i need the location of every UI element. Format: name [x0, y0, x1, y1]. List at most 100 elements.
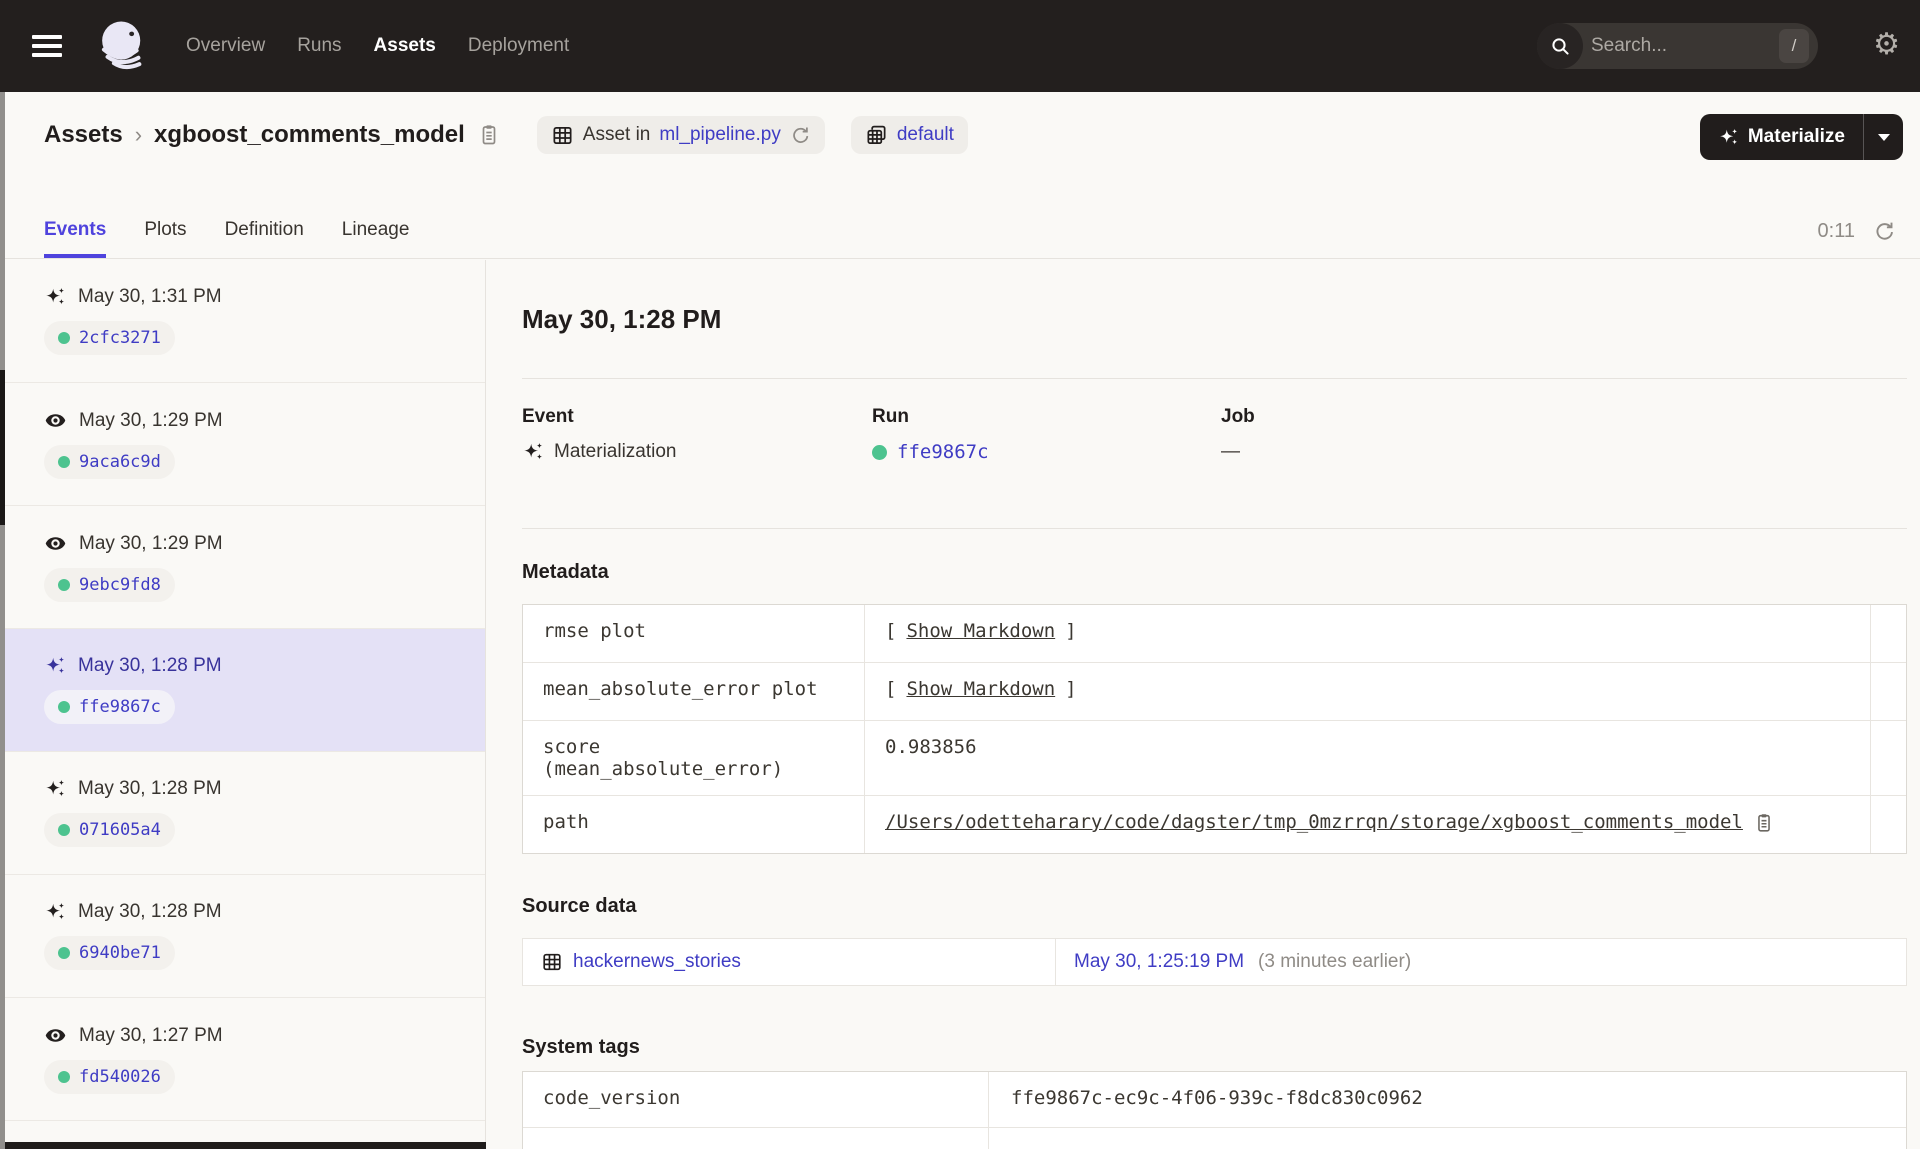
- run-badge[interactable]: ffe9867c: [44, 690, 175, 724]
- source-time-link[interactable]: May 30, 1:25:19 PM: [1074, 951, 1244, 973]
- run-badge[interactable]: 2cfc3271: [44, 321, 175, 355]
- chevron-down-icon: [1877, 133, 1890, 141]
- metadata-key: score (mean_absolute_error): [523, 721, 865, 795]
- repository-link[interactable]: default: [897, 124, 954, 146]
- materialize-dropdown-button[interactable]: [1863, 114, 1903, 160]
- run-status-dot: [58, 824, 70, 836]
- run-status-dot: [58, 1071, 70, 1083]
- asset-tabs-row: Events Plots Definition Lineage 0:11: [0, 196, 1920, 259]
- search-bar[interactable]: /: [1537, 23, 1818, 69]
- event-list-item[interactable]: May 30, 1:28 PM 6940be71: [0, 875, 485, 998]
- refresh-icon[interactable]: [1873, 220, 1896, 243]
- menu-icon[interactable]: [32, 30, 62, 62]
- run-badge[interactable]: fd540026: [44, 1060, 175, 1094]
- tab-lineage[interactable]: Lineage: [342, 219, 410, 258]
- dagster-octopus-icon: [101, 21, 142, 70]
- dagster-logo[interactable]: [94, 17, 152, 75]
- table-row: mean_absolute_error plot [Show Markdown]: [523, 663, 1906, 721]
- asset-in-label: Asset in: [582, 124, 651, 145]
- bracket: ]: [1065, 620, 1077, 642]
- show-markdown-link[interactable]: Show Markdown: [906, 678, 1055, 700]
- nav-item-runs[interactable]: Runs: [297, 35, 341, 57]
- materialize-label: Materialize: [1747, 126, 1845, 147]
- refresh-countdown: 0:11: [1817, 220, 1855, 242]
- metadata-table: rmse plot [Show Markdown] mean_absolute_…: [522, 604, 1907, 854]
- materialize-button[interactable]: Materialize: [1700, 114, 1863, 160]
- materialization-sparkle-icon: [44, 901, 66, 923]
- run-id-link[interactable]: 2cfc3271: [79, 328, 161, 348]
- event-list-item[interactable]: May 30, 1:29 PM 9ebc9fd8: [0, 506, 485, 629]
- run-badge[interactable]: 9ebc9fd8: [44, 568, 175, 602]
- settings-gear-icon[interactable]: ⚙: [1873, 30, 1900, 60]
- event-timestamp: May 30, 1:28 PM: [78, 901, 222, 922]
- run-status-dot: [58, 947, 70, 959]
- run-id-link[interactable]: ffe9867c: [897, 441, 989, 463]
- run-badge[interactable]: 6940be71: [44, 936, 175, 970]
- event-list-item-selected[interactable]: May 30, 1:28 PM ffe9867c: [0, 629, 485, 752]
- table-row: hackernews_stories: [523, 939, 1056, 985]
- event-column-label: Event: [522, 406, 574, 427]
- system-tags-table: code_version ffe9867c-ec9c-4f06-939c-f8d…: [522, 1071, 1907, 1149]
- metadata-key: mean_absolute_error plot: [523, 663, 865, 720]
- system-tag-key: code_version: [523, 1072, 989, 1127]
- asset-header-row: Assets › xgboost_comments_model Asset in…: [0, 92, 1920, 178]
- run-status-dot: [58, 332, 70, 344]
- event-list-item[interactable]: May 30, 1:29 PM 9aca6c9d: [0, 383, 485, 506]
- run-status-dot: [58, 701, 70, 713]
- event-list-item[interactable]: May 30, 1:28 PM 071605a4: [0, 752, 485, 875]
- run-badge[interactable]: 071605a4: [44, 813, 175, 847]
- tab-definition[interactable]: Definition: [225, 219, 304, 258]
- score-value: 0.983856: [885, 736, 977, 758]
- breadcrumb-separator: ›: [134, 122, 143, 147]
- event-list-item[interactable]: May 30, 1:31 PM 2cfc3271: [0, 260, 485, 383]
- event-detail-title: May 30, 1:28 PM: [522, 304, 722, 334]
- tab-events[interactable]: Events: [44, 219, 107, 258]
- metadata-key: path: [523, 796, 865, 853]
- materialize-split-button: Materialize: [1699, 114, 1903, 160]
- nav-item-deployment[interactable]: Deployment: [468, 35, 569, 57]
- bracket: ]: [1065, 678, 1077, 700]
- metadata-key: rmse plot: [523, 605, 865, 662]
- breadcrumb: Assets › xgboost_comments_model: [44, 121, 501, 149]
- run-id-link[interactable]: 9aca6c9d: [79, 452, 161, 472]
- table-row: May 30, 1:25:19 PM (3 minutes earlier): [1056, 939, 1906, 985]
- nav-item-assets[interactable]: Assets: [374, 35, 436, 57]
- system-tag-value: ffe9867c-ec9c-4f06-939c-f8dc830c0962: [1011, 1087, 1423, 1109]
- show-markdown-link[interactable]: Show Markdown: [906, 620, 1055, 642]
- observation-eye-icon: [44, 409, 67, 432]
- table-row: rmse plot [Show Markdown]: [523, 605, 1906, 663]
- search-icon: [1537, 23, 1583, 69]
- path-link[interactable]: /Users/odetteharary/code/dagster/tmp_0mz…: [885, 811, 1743, 833]
- run-column-label: Run: [872, 406, 909, 427]
- source-asset-link[interactable]: hackernews_stories: [573, 951, 741, 973]
- asset-grid-icon: [551, 124, 574, 147]
- run-id-link[interactable]: ffe9867c: [79, 697, 161, 717]
- event-list-item[interactable]: May 30, 1:27 PM fd540026: [0, 998, 485, 1121]
- search-input[interactable]: [1583, 35, 1779, 57]
- run-id-link[interactable]: 071605a4: [79, 820, 161, 840]
- breadcrumb-assets-link[interactable]: Assets: [44, 121, 123, 149]
- copy-asset-name-icon[interactable]: [477, 123, 501, 147]
- run-id-link[interactable]: 6940be71: [79, 943, 161, 963]
- source-data-table: hackernews_stories May 30, 1:25:19 PM (3…: [522, 938, 1907, 986]
- repository-badge[interactable]: default: [850, 116, 968, 154]
- top-navigation-bar: Overview Runs Assets Deployment / ⚙: [0, 0, 1920, 92]
- asset-location-badge[interactable]: Asset in ml_pipeline.py: [536, 116, 825, 154]
- run-badge[interactable]: 9aca6c9d: [44, 445, 175, 479]
- nav-item-overview[interactable]: Overview: [186, 35, 265, 57]
- run-id-link[interactable]: 9ebc9fd8: [79, 575, 161, 595]
- materialization-sparkle-icon: [44, 655, 66, 677]
- asset-name: xgboost_comments_model: [154, 121, 465, 148]
- event-timestamp: May 30, 1:28 PM: [78, 778, 222, 799]
- copy-path-icon[interactable]: [1753, 812, 1775, 834]
- table-row: code_version ffe9867c-ec9c-4f06-939c-f8d…: [523, 1072, 1906, 1128]
- event-timestamp: May 30, 1:27 PM: [79, 1024, 223, 1046]
- run-status-dot: [58, 579, 70, 591]
- asset-grid-icon: [541, 951, 563, 973]
- code-location-link[interactable]: ml_pipeline.py: [659, 124, 780, 146]
- run-id-link[interactable]: fd540026: [79, 1067, 161, 1087]
- event-list-sidebar: May 30, 1:31 PM 2cfc3271 May 30, 1:29 PM…: [0, 260, 486, 1149]
- reload-location-icon[interactable]: [790, 125, 811, 146]
- tab-plots[interactable]: Plots: [144, 219, 186, 258]
- observation-eye-icon: [44, 532, 67, 555]
